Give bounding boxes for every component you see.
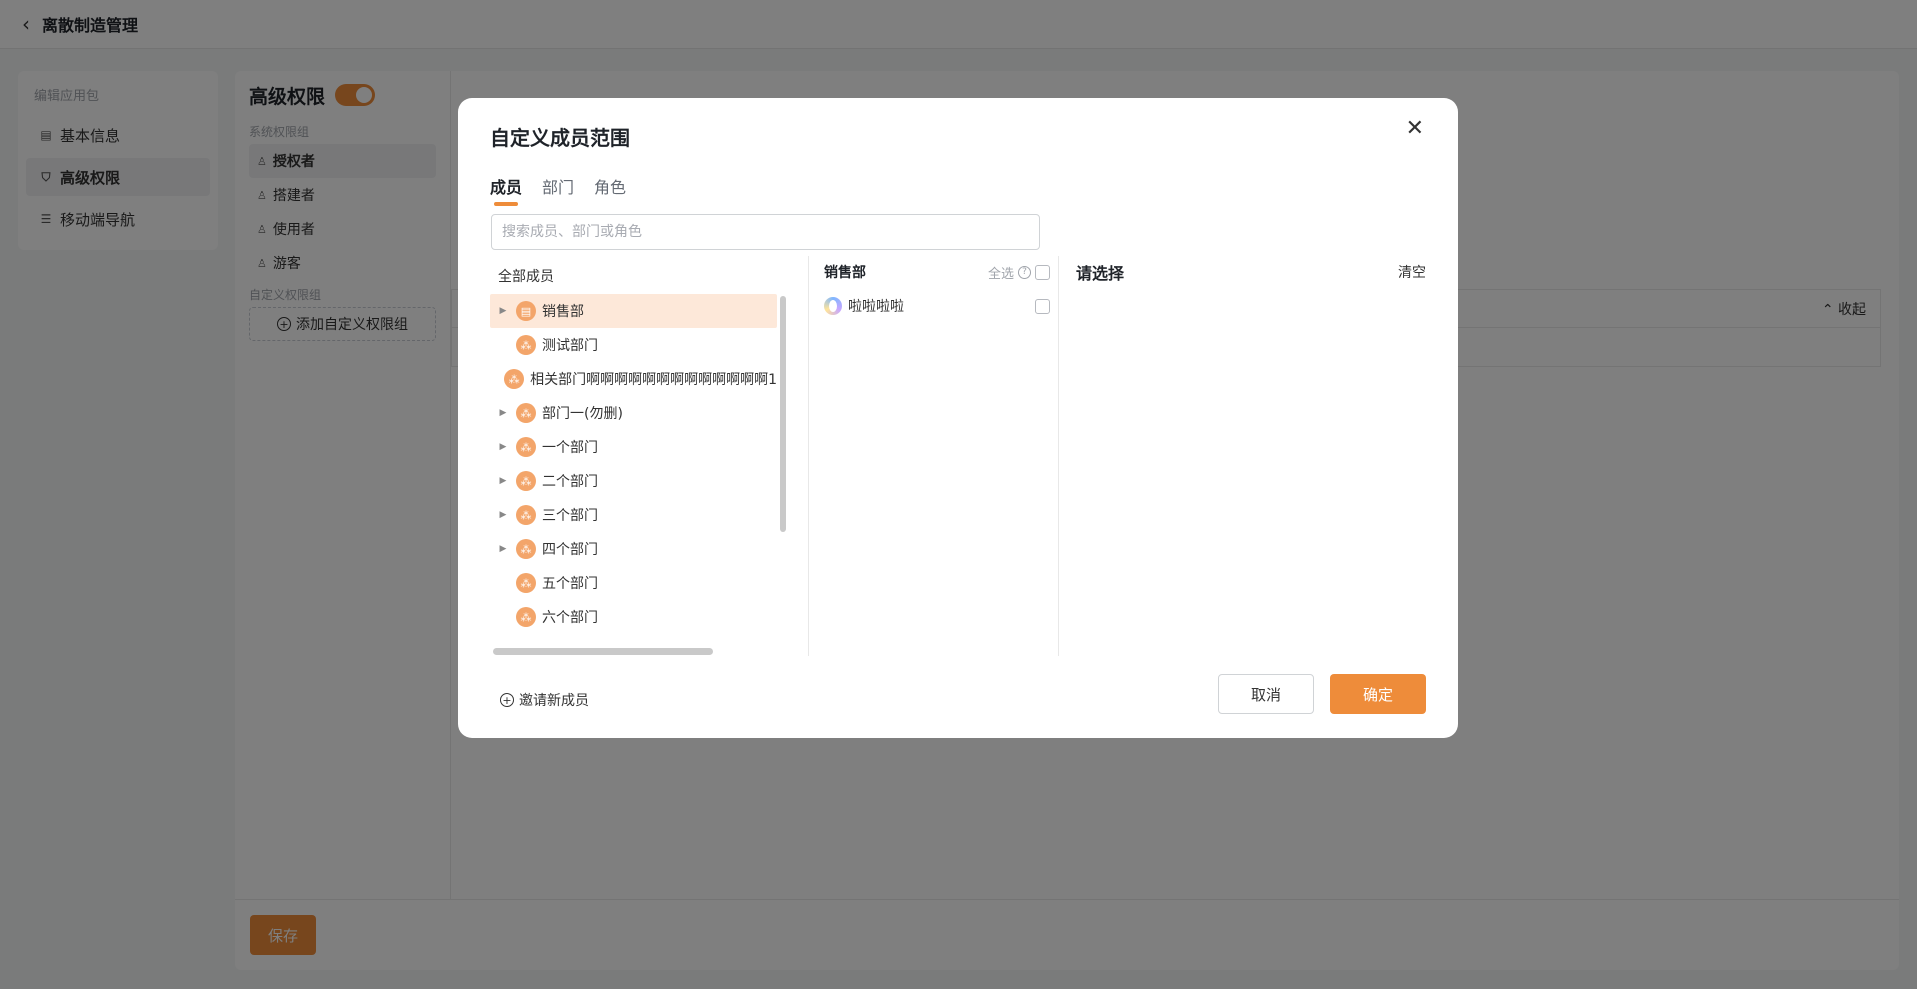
tree-item-label: 测试部门 [542, 338, 598, 354]
tree-horizontal-scrollbar[interactable] [493, 648, 713, 655]
tree-item[interactable]: ⁂ 相关部门啊啊啊啊啊啊啊啊啊啊啊啊啊1 [490, 362, 777, 396]
selected-pane: 请选择 清空 [1076, 260, 1426, 284]
department-icon: ⁂ [516, 437, 536, 457]
caret-right-icon[interactable]: ▶ [496, 442, 510, 452]
org-tree: ▶ ▤ 销售部 ⁂ 测试部门 ⁂ 相关部门啊啊啊啊啊啊啊啊啊啊啊啊啊1 ▶ ⁂ … [490, 294, 777, 640]
tree-item-label: 销售部 [542, 304, 584, 320]
member-checkbox[interactable] [1035, 298, 1050, 314]
department-icon: ⁂ [516, 607, 536, 627]
tree-item-label: 三个部门 [542, 508, 598, 524]
invite-label: 邀请新成员 [519, 693, 589, 709]
tab-members[interactable]: 成员 [490, 174, 522, 206]
tree-item-label: 相关部门啊啊啊啊啊啊啊啊啊啊啊啊啊1 [530, 372, 777, 388]
tree-item[interactable]: ⁂ 测试部门 [490, 328, 777, 362]
search-input[interactable] [491, 214, 1040, 250]
caret-right-icon[interactable]: ▶ [496, 408, 510, 418]
tree-vertical-scrollbar[interactable] [780, 296, 786, 532]
tree-item-label: 二个部门 [542, 474, 598, 490]
department-icon: ⁂ [516, 539, 536, 559]
org-tree-pane: 全部成员 ▶ ▤ 销售部 ⁂ 测试部门 ⁂ 相关部门啊啊啊啊啊啊啊啊啊啊啊啊啊1… [490, 260, 780, 756]
department-icon: ▤ [516, 301, 536, 321]
avatar [824, 297, 842, 315]
cancel-button[interactable]: 取消 [1218, 674, 1314, 714]
tab-roles[interactable]: 角色 [594, 174, 626, 204]
tree-item[interactable]: ⁂ 五个部门 [490, 566, 777, 600]
member-item[interactable]: 啦啦啦啦 [824, 294, 1050, 318]
department-icon: ⁂ [516, 505, 536, 525]
tree-item-label: 五个部门 [542, 576, 598, 592]
department-icon: ⁂ [516, 335, 536, 355]
member-scope-modal: 自定义成员范围 ✕ 成员 部门 角色 全部成员 ▶ ▤ 销售部 ⁂ 测试部门 ⁂… [458, 98, 1458, 738]
department-icon: ⁂ [504, 369, 525, 389]
tree-item[interactable]: ▶ ⁂ 一个部门 [490, 430, 777, 464]
selected-placeholder: 请选择 [1076, 264, 1125, 283]
tree-item[interactable]: ⁂ 六个部门 [490, 600, 777, 634]
tree-item-label: 一个部门 [542, 440, 598, 456]
tree-item-label: 六个部门 [542, 610, 598, 626]
tree-item[interactable]: ▶ ⁂ 三个部门 [490, 498, 777, 532]
confirm-button[interactable]: 确定 [1330, 674, 1426, 714]
member-pane-department: 销售部 [824, 265, 866, 281]
modal-tabs: 成员 部门 角色 [490, 174, 646, 206]
tree-item[interactable]: ▶ ⁂ 四个部门 [490, 532, 777, 566]
divider [808, 256, 809, 656]
clear-button[interactable]: 清空 [1398, 262, 1426, 282]
tab-departments[interactable]: 部门 [542, 174, 574, 204]
invite-member-button[interactable]: + 邀请新成员 [500, 690, 589, 710]
tree-item-label: 四个部门 [542, 542, 598, 558]
tree-item[interactable]: ▶ ⁂ 部门一(勿删) [490, 396, 777, 430]
tree-item[interactable]: ▶ ⁂ 二个部门 [490, 464, 777, 498]
modal-title: 自定义成员范围 [490, 126, 630, 150]
tree-item[interactable]: ▶ ▤ 销售部 [490, 294, 777, 328]
help-icon[interactable]: ? [1018, 265, 1031, 279]
caret-right-icon[interactable]: ▶ [496, 306, 510, 316]
member-name: 啦啦啦啦 [848, 299, 904, 315]
caret-right-icon[interactable]: ▶ [496, 476, 510, 486]
select-all-checkbox[interactable] [1035, 264, 1050, 280]
department-icon: ⁂ [516, 403, 536, 423]
plus-circle-icon: + [500, 693, 514, 707]
tree-header: 全部成员 [498, 269, 554, 285]
department-icon: ⁂ [516, 573, 536, 593]
select-all-label: 全选 [987, 266, 1014, 282]
department-icon: ⁂ [516, 471, 536, 491]
member-pane: 销售部 全选 ? 啦啦啦啦 [824, 260, 1050, 318]
divider [1058, 256, 1059, 656]
tree-item-label: 部门一(勿删) [542, 406, 623, 422]
caret-right-icon[interactable]: ▶ [496, 510, 510, 520]
close-icon[interactable]: ✕ [1406, 118, 1424, 140]
caret-right-icon[interactable]: ▶ [496, 544, 510, 554]
